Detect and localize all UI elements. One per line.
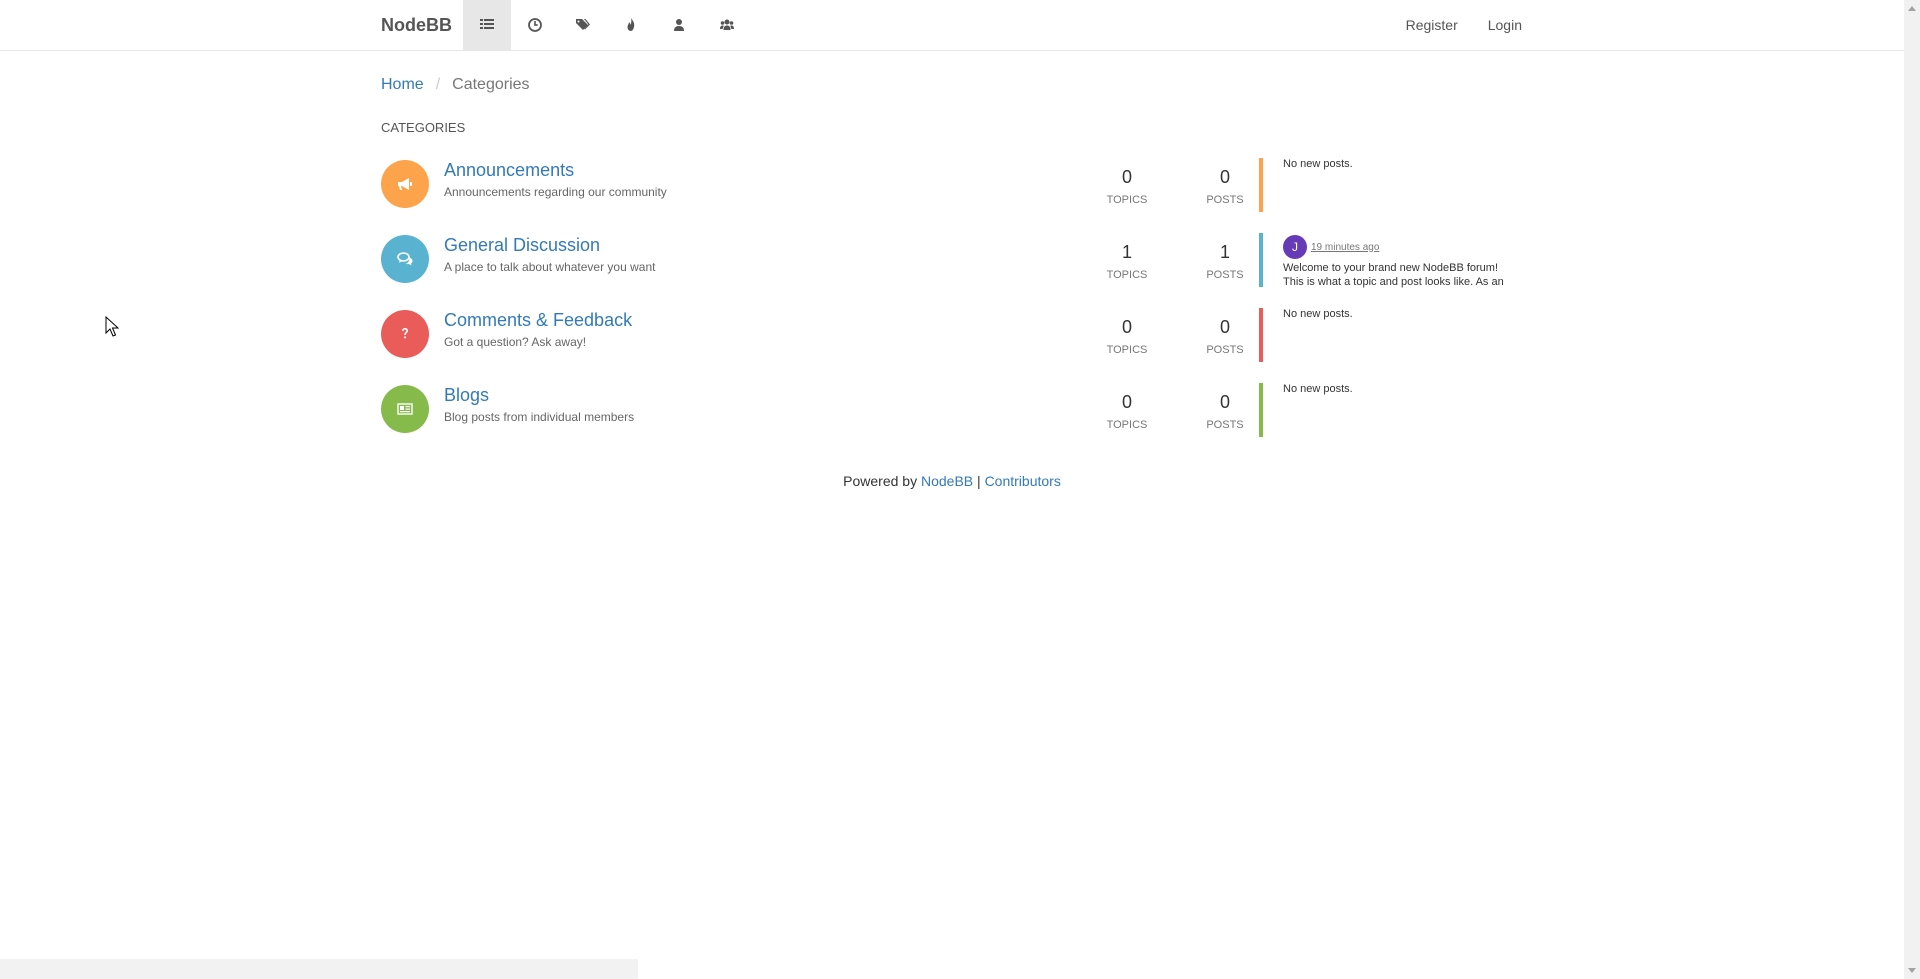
- nav-recent[interactable]: [511, 0, 559, 50]
- user-icon: [674, 19, 684, 31]
- posts-count: 1 POSTS: [1195, 241, 1255, 281]
- posts-count: 0 POSTS: [1195, 391, 1255, 431]
- category-description: Announcements regarding our community: [444, 185, 667, 199]
- topics-label: TOPICS: [1106, 269, 1148, 281]
- avatar[interactable]: J: [1283, 235, 1307, 259]
- posts-label: POSTS: [1206, 269, 1244, 281]
- topics-number: 0: [1121, 167, 1132, 187]
- category-general-discussion: General Discussion A place to talk about…: [381, 233, 1521, 295]
- breadcrumb: Home / Categories: [381, 76, 530, 94]
- status-bar: [0, 959, 638, 979]
- topics-label: TOPICS: [1106, 194, 1148, 206]
- category-blogs: Blogs Blog posts from individual members…: [381, 383, 1521, 445]
- popular-icon: [627, 18, 635, 31]
- category-title[interactable]: Comments & Feedback: [444, 310, 632, 331]
- groups-icon: [720, 19, 734, 30]
- category-teaser: No new posts.: [1259, 308, 1529, 362]
- nav-icons: [463, 0, 751, 50]
- category-title[interactable]: Announcements: [444, 160, 574, 181]
- teaser-line: This is what a topic and post looks like…: [1283, 276, 1504, 288]
- contributors-link[interactable]: Contributors: [985, 473, 1061, 489]
- nodebb-link[interactable]: NodeBB: [921, 473, 973, 489]
- teaser-meta: J 19 minutes ago: [1283, 235, 1529, 259]
- scroll-down-icon[interactable]: [1908, 968, 1916, 973]
- nav-tags[interactable]: [559, 0, 607, 50]
- no-new-posts: No new posts.: [1283, 383, 1353, 395]
- teaser-timestamp[interactable]: 19 minutes ago: [1311, 242, 1379, 253]
- category-description: Got a question? Ask away!: [444, 335, 587, 349]
- topics-count: 0 TOPICS: [1097, 391, 1157, 431]
- register-link[interactable]: Register: [1391, 0, 1473, 50]
- breadcrumb-home[interactable]: Home: [381, 76, 424, 94]
- login-link[interactable]: Login: [1473, 0, 1522, 50]
- posts-number: 0: [1219, 392, 1230, 412]
- topics-label: TOPICS: [1106, 419, 1148, 431]
- newspaper-icon: [397, 403, 413, 415]
- vertical-scrollbar[interactable]: [1904, 0, 1920, 979]
- question-icon: [402, 328, 408, 339]
- breadcrumb-current: Categories: [452, 76, 530, 93]
- category-teaser: J 19 minutes ago Welcome to your brand n…: [1259, 233, 1529, 289]
- brand-logo[interactable]: NodeBB: [381, 0, 452, 50]
- nav-categories[interactable]: [463, 0, 511, 50]
- posts-number: 1: [1219, 242, 1230, 262]
- category-teaser: No new posts.: [1259, 383, 1529, 437]
- posts-label: POSTS: [1206, 419, 1244, 431]
- topics-label: TOPICS: [1106, 344, 1148, 356]
- category-icon-circle[interactable]: [381, 160, 429, 208]
- posts-count: 0 POSTS: [1195, 166, 1255, 206]
- recent-icon: [528, 18, 542, 32]
- bullhorn-icon: [398, 178, 412, 190]
- mouse-cursor-icon: [105, 316, 119, 337]
- category-title[interactable]: Blogs: [444, 385, 489, 406]
- category-description: Blog posts from individual members: [444, 410, 635, 424]
- category-icon-circle[interactable]: [381, 310, 429, 358]
- topics-count: 0 TOPICS: [1097, 316, 1157, 356]
- teaser-line: Welcome to your brand new NodeBB forum!: [1283, 262, 1499, 274]
- posts-label: POSTS: [1206, 194, 1244, 206]
- breadcrumb-separator: /: [435, 76, 441, 93]
- category-icon-circle[interactable]: [381, 235, 429, 283]
- category-description: A place to talk about whatever you want: [444, 260, 656, 274]
- tags-icon: [576, 19, 590, 30]
- footer: Powered by NodeBB | Contributors: [0, 473, 1904, 489]
- no-new-posts: No new posts.: [1283, 158, 1353, 170]
- footer-separator: |: [977, 473, 981, 489]
- comments-icon: [397, 252, 413, 266]
- nav-users[interactable]: [655, 0, 703, 50]
- category-teaser: No new posts.: [1259, 158, 1529, 212]
- posts-number: 0: [1219, 167, 1230, 187]
- nav-groups[interactable]: [703, 0, 751, 50]
- posts-number: 0: [1219, 317, 1230, 337]
- scroll-up-icon[interactable]: [1908, 6, 1916, 11]
- topics-number: 0: [1121, 317, 1132, 337]
- category-icon-circle[interactable]: [381, 385, 429, 433]
- top-navbar: NodeBB Register Login: [0, 0, 1904, 51]
- no-new-posts: No new posts.: [1283, 308, 1353, 320]
- category-title[interactable]: General Discussion: [444, 235, 600, 256]
- category-announcements: Announcements Announcements regarding ou…: [381, 158, 1521, 220]
- topics-count: 1 TOPICS: [1097, 241, 1157, 281]
- powered-by-text: Powered by: [843, 473, 918, 489]
- topics-number: 0: [1121, 392, 1132, 412]
- nav-popular[interactable]: [607, 0, 655, 50]
- section-title: CATEGORIES: [381, 120, 466, 135]
- categories-icon: [480, 19, 494, 29]
- posts-label: POSTS: [1206, 344, 1244, 356]
- teaser-content[interactable]: Welcome to your brand new NodeBB forum! …: [1283, 261, 1529, 289]
- category-comments-feedback: Comments & Feedback Got a question? Ask …: [381, 308, 1521, 370]
- topics-number: 1: [1121, 242, 1132, 262]
- topics-count: 0 TOPICS: [1097, 166, 1157, 206]
- posts-count: 0 POSTS: [1195, 316, 1255, 356]
- auth-links: Register Login: [1391, 0, 1522, 50]
